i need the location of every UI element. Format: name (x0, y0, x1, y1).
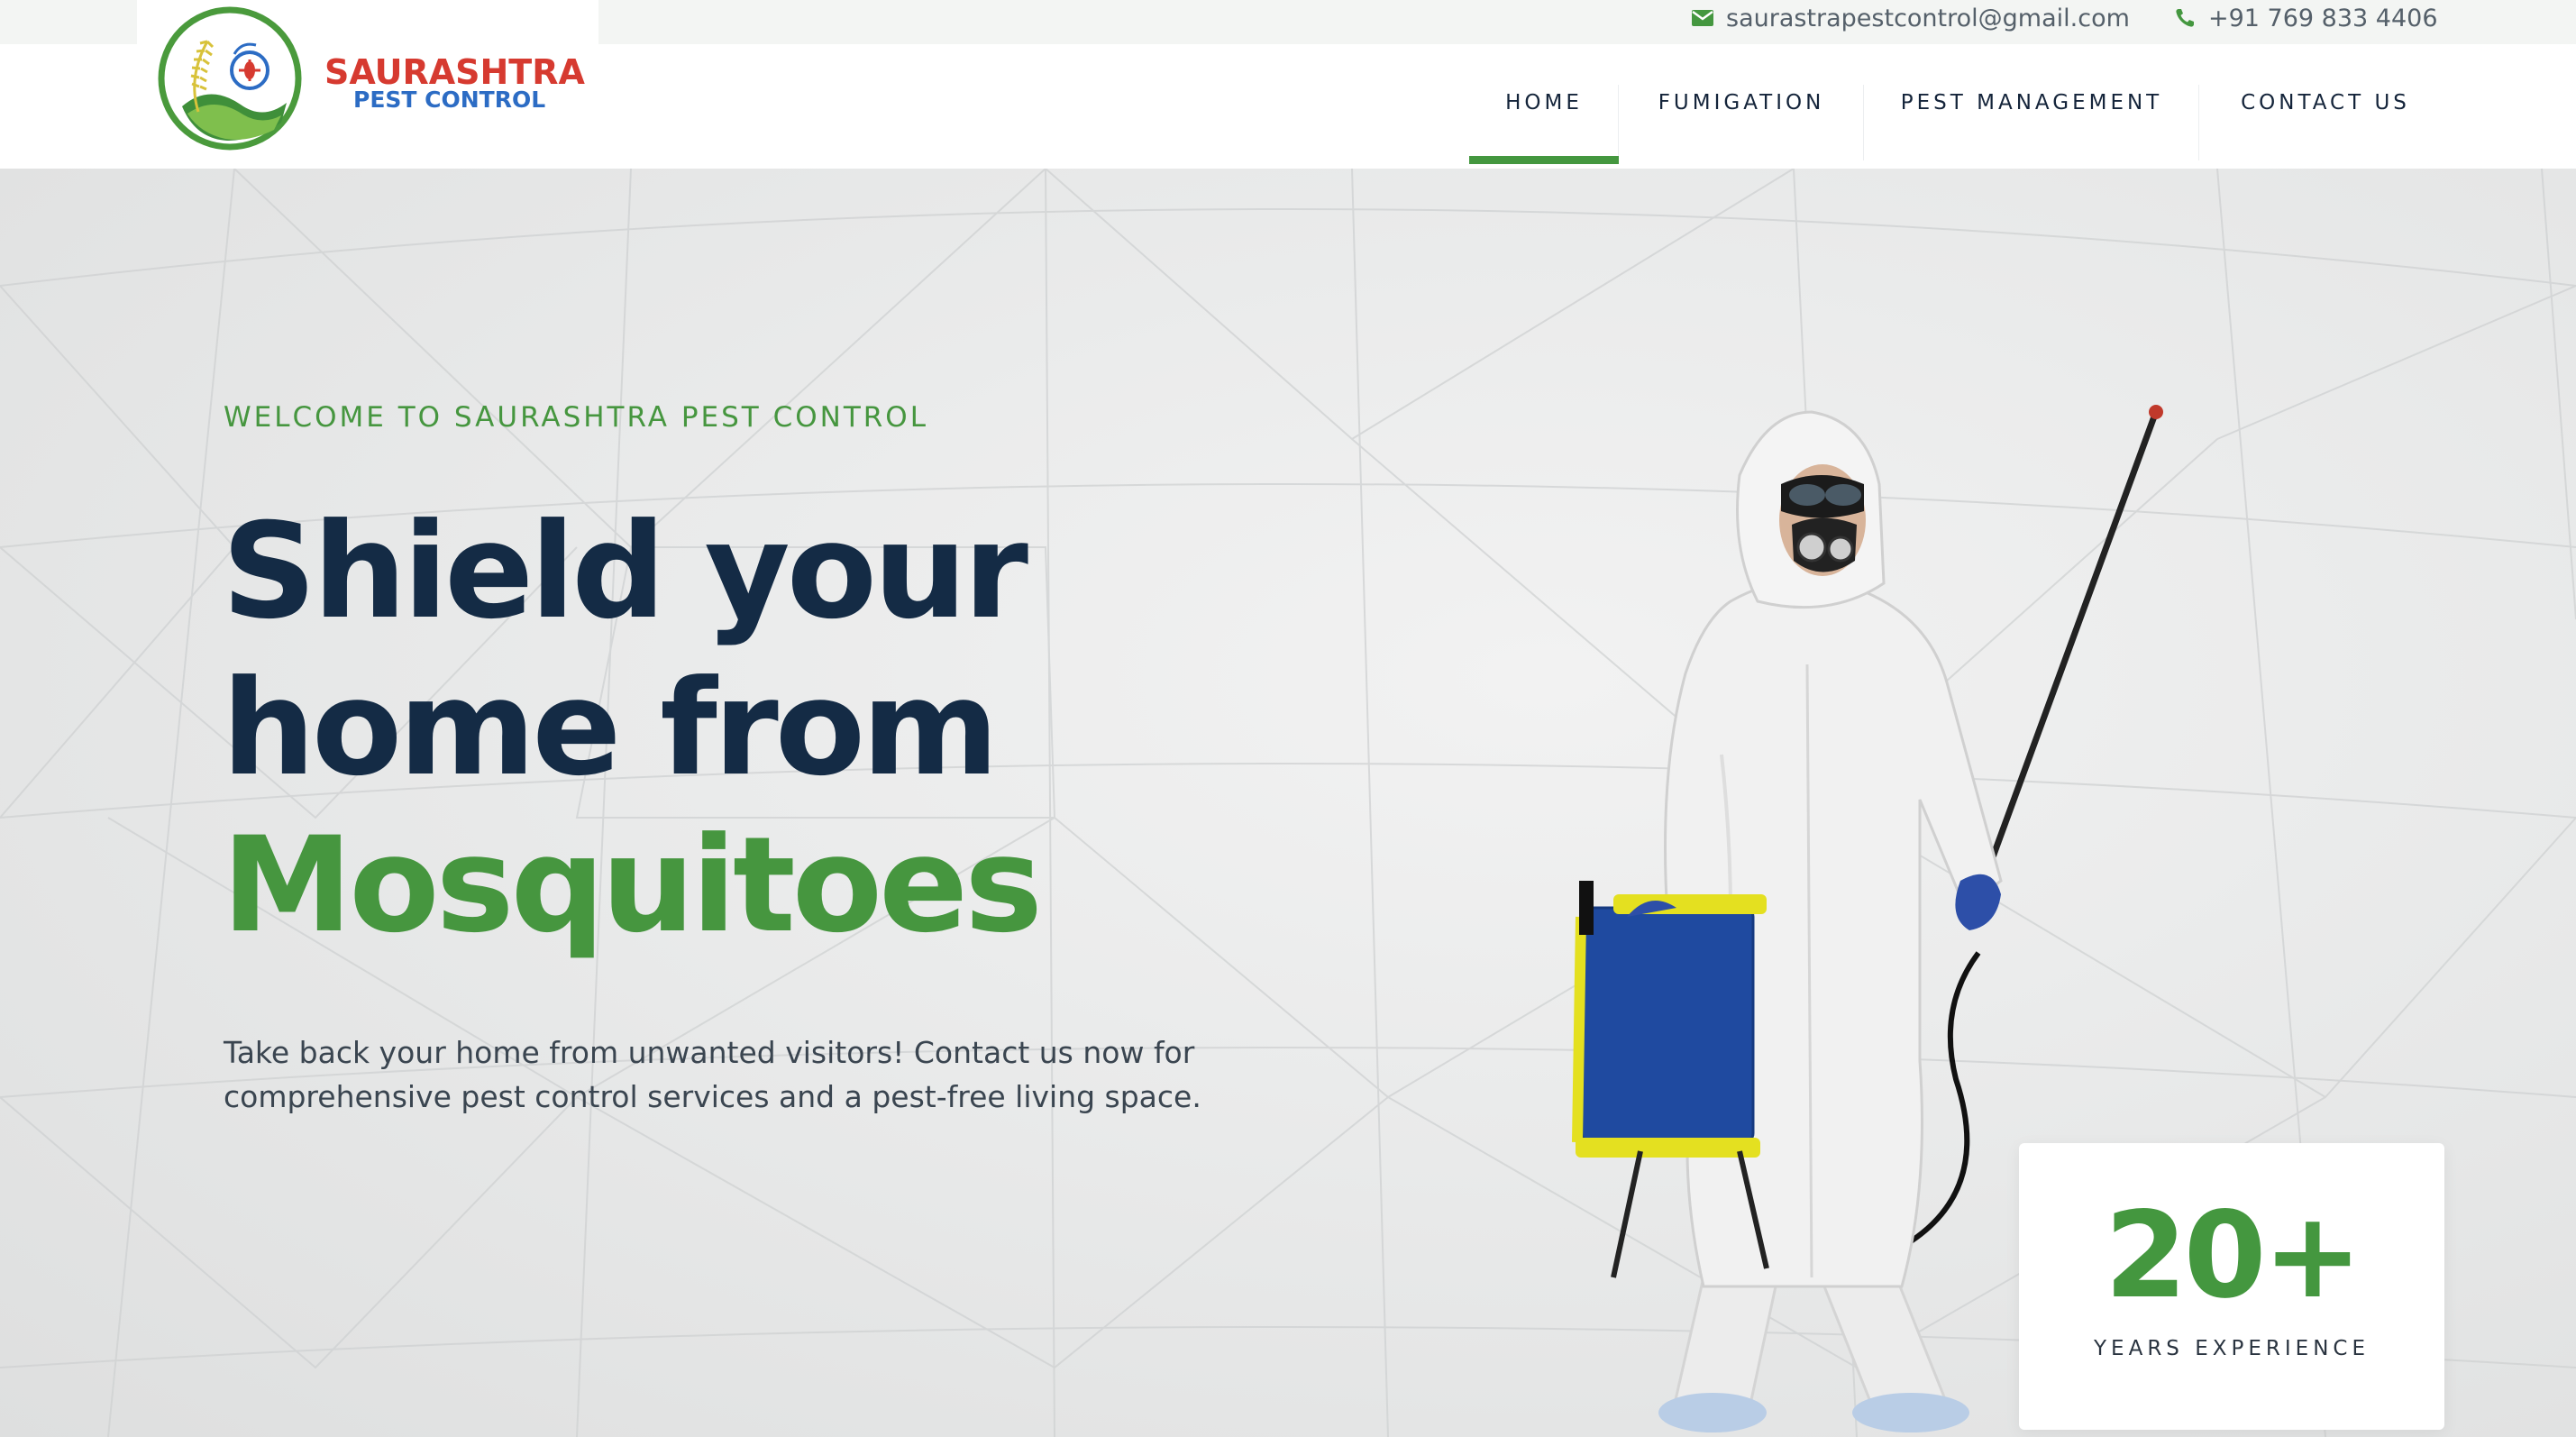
nav-fumigation[interactable]: FUMIGATION (1619, 44, 1864, 161)
headline-line-2: home from (222, 652, 999, 805)
contact-phone[interactable]: +91 769 833 4406 (2174, 0, 2438, 36)
hero-section: WELCOME TO SAURASHTRA PEST CONTROL Shiel… (0, 169, 2576, 1437)
nav-home[interactable]: HOME (1469, 44, 1619, 164)
nav-contact-us-label[interactable]: CONTACT US (2241, 91, 2410, 114)
nav-pest-management-label[interactable]: PEST MANAGEMENT (1901, 91, 2162, 114)
email-text[interactable]: saurastrapestcontrol@gmail.com (1726, 5, 2130, 32)
contact-email[interactable]: saurastrapestcontrol@gmail.com (1692, 0, 2130, 36)
hero-description: Take back your home from unwanted visito… (224, 1035, 1201, 1114)
headline-line-1: Shield your (222, 495, 1028, 648)
logo-emblem-icon (158, 6, 302, 151)
logo-subtitle: PEST CONTROL (353, 87, 546, 113)
experience-label: YEARS EXPERIENCE (2094, 1337, 2370, 1360)
hero-headline: Shield your home from Mosquitoes (222, 493, 1043, 964)
phone-icon (2174, 7, 2196, 29)
nav-fumigation-label[interactable]: FUMIGATION (1658, 91, 1825, 114)
primary-navigation: HOME FUMIGATION PEST MANAGEMENT CONTACT … (1469, 44, 2452, 169)
nav-contact-us[interactable]: CONTACT US (2199, 44, 2452, 161)
nav-pest-management[interactable]: PEST MANAGEMENT (1864, 44, 2199, 161)
experience-number: 20+ (2104, 1186, 2362, 1325)
nav-home-label[interactable]: HOME (1505, 91, 1583, 114)
experience-card: 20+ YEARS EXPERIENCE (2019, 1143, 2444, 1430)
hero-eyebrow: WELCOME TO SAURASHTRA PEST CONTROL (224, 401, 928, 434)
envelope-icon (1692, 10, 1713, 26)
site-logo[interactable]: SAURASHTRA PEST CONTROL (137, 0, 598, 155)
headline-accent: Mosquitoes (222, 809, 1043, 962)
phone-text[interactable]: +91 769 833 4406 (2208, 5, 2438, 32)
